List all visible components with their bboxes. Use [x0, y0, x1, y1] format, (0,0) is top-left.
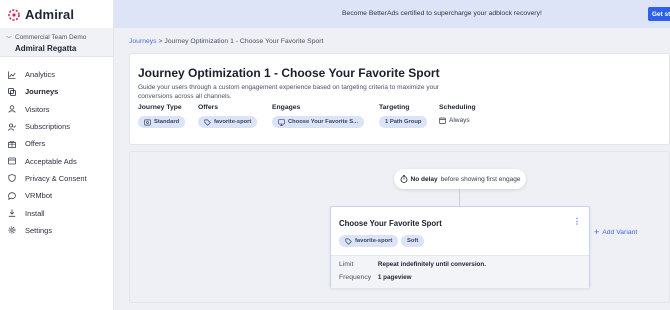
offers-label: Offers	[198, 104, 219, 111]
targeting-column: Targeting 1 Path Group	[379, 104, 428, 128]
frequency-value: 1 pageview	[377, 274, 412, 281]
stopwatch-icon	[400, 175, 407, 183]
brand-logo[interactable]: Admiral	[8, 7, 74, 22]
sidebar-item-label: Analytics	[25, 70, 56, 80]
sidebar-item-vrmbot[interactable]: VRMbot	[0, 187, 113, 204]
page-title: Journey Optimization 1 - Choose Your Fav…	[138, 66, 440, 80]
org-team: Commercial Team Demo	[15, 34, 87, 41]
breadcrumb-separator: >	[158, 38, 163, 45]
scheduling-label: Scheduling	[439, 104, 476, 111]
scheduling-value: Always	[439, 117, 470, 124]
engages-column: Engages Choose Your Favorite S...	[272, 104, 365, 128]
variant-info: Limit Repeat indefinitely until conversi…	[331, 255, 589, 288]
journey-type-label: Journey Type	[138, 104, 182, 111]
calendar-icon	[439, 117, 446, 124]
variant-title: Choose Your Favorite Sport	[339, 219, 442, 228]
chevron-down-icon: ﹀	[6, 37, 13, 43]
scheduling-value-text: Always	[449, 117, 470, 124]
banner-text: Become BetterAds certified to supercharg…	[342, 10, 542, 17]
frequency-label: Frequency	[339, 274, 372, 281]
engage-chip-value: Choose Your Favorite S...	[288, 119, 359, 125]
frequency-row: Frequency 1 pageview	[339, 274, 412, 281]
breadcrumb-current: Journey Optimization 1 - Choose Your Fav…	[164, 38, 324, 45]
sidebar-item-label: Subscriptions	[25, 122, 71, 132]
sidebar-item-visitors[interactable]: Visitors	[0, 101, 113, 118]
sidebar-item-privacy-consent[interactable]: Privacy & Consent	[0, 170, 113, 187]
variant-offer-value: favorite-sport	[355, 238, 393, 244]
visitors-icon	[8, 105, 16, 113]
add-variant-label: Add Variant	[602, 228, 638, 236]
delay-bold-text: No delay	[410, 175, 438, 183]
offer-tag-icon	[345, 238, 352, 245]
sidebar-item-offers[interactable]: Offers	[0, 135, 113, 152]
sidebar-item-label: VRMbot	[25, 191, 53, 201]
journey-type-chip[interactable]: Standard	[138, 116, 186, 128]
plus-icon: +	[594, 227, 600, 237]
scheduling-column: Scheduling Always	[439, 104, 476, 124]
shield-icon	[8, 174, 16, 183]
limit-value: Repeat indefinitely until conversion.	[377, 261, 487, 268]
journey-type-column: Journey Type Standard	[138, 104, 186, 128]
delay-pill[interactable]: No delay before showing first engage	[394, 169, 526, 189]
journey-canvas: No delay before showing first engage Cho…	[129, 151, 670, 303]
targeting-chip[interactable]: 1 Path Group	[379, 116, 428, 128]
sidebar-item-label: Settings	[25, 225, 53, 235]
breadcrumb-journeys-link[interactable]: Journeys	[129, 38, 157, 45]
journey-type-value: Standard	[154, 119, 180, 125]
org-switcher[interactable]: ﹀ Commercial Team Demo Admiral Regatta	[0, 28, 113, 57]
gear-icon	[8, 226, 16, 234]
subscriptions-icon	[8, 123, 16, 131]
acceptable-ads-icon	[8, 157, 16, 165]
sidebar: Admiral ﹀ Commercial Team Demo Admiral R…	[0, 0, 114, 310]
org-property: Admiral Regatta	[15, 44, 77, 53]
offers-icon	[8, 140, 16, 148]
engage-chip[interactable]: Choose Your Favorite S...	[272, 116, 365, 128]
variant-type-chip[interactable]: Soft	[401, 235, 425, 247]
sidebar-item-subscriptions[interactable]: Subscriptions	[0, 118, 113, 135]
sidebar-nav: Analytics Journeys Visitors Subscription…	[0, 66, 113, 239]
add-variant-button[interactable]: + Add Variant	[594, 227, 637, 237]
engage-icon	[278, 118, 285, 126]
sidebar-item-settings[interactable]: Settings	[0, 222, 113, 239]
install-icon	[8, 209, 16, 217]
offer-chip-value: favorite-sport	[214, 119, 252, 125]
analytics-icon	[8, 71, 16, 79]
offer-chip[interactable]: favorite-sport	[198, 116, 258, 128]
variant-type-value: Soft	[407, 238, 419, 244]
more-options-icon[interactable]: ⋮	[573, 217, 581, 226]
sidebar-item-label: Acceptable Ads	[25, 156, 77, 166]
admiral-logo-icon	[8, 8, 20, 21]
breadcrumb: Journeys > Journey Optimization 1 - Choo…	[129, 38, 323, 45]
delay-rest-text: before showing first engage	[440, 175, 521, 183]
sidebar-item-label: Offers	[25, 139, 46, 149]
sidebar-item-acceptable-ads[interactable]: Acceptable Ads	[0, 152, 113, 169]
offer-tag-icon	[204, 119, 211, 126]
targeting-label: Targeting	[379, 104, 410, 111]
promo-banner: Become BetterAds certified to supercharg…	[114, 0, 670, 28]
sidebar-item-label: Privacy & Consent	[25, 173, 87, 183]
journey-description: Guide your users through a custom engage…	[138, 84, 439, 100]
journeys-icon	[8, 88, 16, 96]
offers-column: Offers favorite-sport	[198, 104, 258, 128]
limit-label: Limit	[339, 261, 354, 268]
variant-card[interactable]: Choose Your Favorite Sport ⋮ favorite-sp…	[330, 206, 590, 288]
engages-label: Engages	[272, 104, 301, 111]
targeting-chip-value: 1 Path Group	[385, 119, 422, 125]
sidebar-item-label: Visitors	[25, 104, 50, 114]
brand-name: Admiral	[25, 7, 75, 22]
chat-icon	[8, 192, 16, 200]
flow-connector	[459, 189, 460, 206]
sidebar-item-label: Journeys	[25, 87, 59, 97]
sidebar-item-journeys[interactable]: Journeys	[0, 83, 113, 100]
get-started-button[interactable]: Get started	[648, 7, 670, 21]
sidebar-item-analytics[interactable]: Analytics	[0, 66, 113, 83]
limit-row: Limit Repeat indefinitely until conversi…	[339, 261, 486, 268]
sidebar-item-install[interactable]: Install	[0, 204, 113, 221]
journey-header-card: Journey Optimization 1 - Choose Your Fav…	[129, 53, 670, 145]
standard-type-icon	[144, 119, 151, 125]
sidebar-item-label: Install	[25, 208, 45, 218]
variant-offer-chip[interactable]: favorite-sport	[339, 235, 399, 247]
